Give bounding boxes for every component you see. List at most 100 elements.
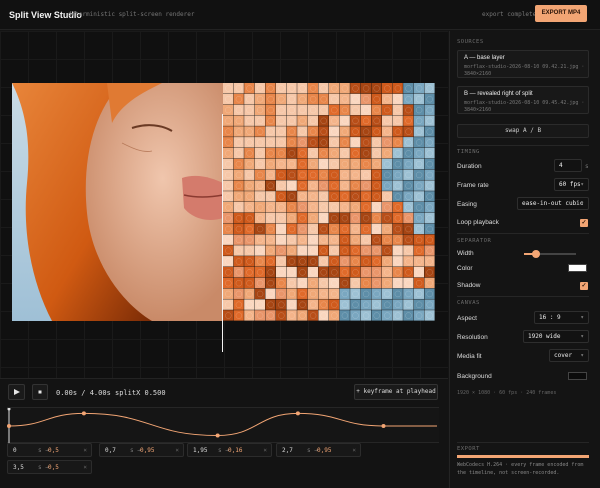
loop-checkbox[interactable]: ✓ <box>580 219 588 227</box>
pixel-block <box>413 245 424 256</box>
curve-keyframe-point[interactable] <box>381 424 386 428</box>
pixel-block <box>403 147 414 159</box>
pixel-block <box>403 180 414 191</box>
pixel-block <box>329 104 340 116</box>
split-preview-image[interactable] <box>12 83 435 321</box>
pixel-block <box>318 212 329 224</box>
source-a-card[interactable]: A — base layer morflax-studio-2026-08-10… <box>457 50 589 78</box>
keyframe-value[interactable]: 0,5 <box>48 447 59 454</box>
pixel-block <box>286 93 297 105</box>
split-separator-handle[interactable] <box>222 114 223 352</box>
easing-select[interactable]: ease-in-out cubic ▾ <box>517 197 589 210</box>
keyframe-chip[interactable]: 0s → 0,5 × <box>7 443 92 457</box>
pixel-block <box>382 288 393 299</box>
stop-button[interactable] <box>32 384 48 400</box>
pixel-block <box>339 234 350 245</box>
keyframe-chip[interactable]: 0,7 s → 0,95 × <box>99 443 184 457</box>
play-button[interactable] <box>8 384 25 400</box>
pixel-block <box>392 169 403 180</box>
pixel-block <box>244 212 255 224</box>
keyframe-time[interactable]: 0 <box>13 447 17 454</box>
curve-keyframe-point[interactable] <box>295 411 300 416</box>
timing-heading: TIMING <box>457 149 480 155</box>
swap-sources-button[interactable]: swap A / B <box>457 124 589 138</box>
resolution-select[interactable]: 1920 wide ▾ <box>523 330 589 343</box>
aspect-select[interactable]: 16 : 9 ▾ <box>534 311 589 324</box>
keyframe-time[interactable]: 0,7 <box>105 447 116 454</box>
keyframe-chip[interactable]: 1,95 s → 0,16 × <box>187 443 272 457</box>
keyframe-value[interactable]: 0,16 <box>228 447 242 454</box>
separator-color-swatch[interactable] <box>568 264 587 272</box>
keyframe-value[interactable]: 0,95 <box>140 447 154 454</box>
framerate-select[interactable]: 60 fps ▾ <box>554 178 589 191</box>
pixel-block <box>371 212 382 224</box>
pixel-block <box>265 137 276 148</box>
pixel-block <box>286 115 297 126</box>
pixel-block <box>318 234 329 245</box>
pixel-block <box>424 93 435 105</box>
export-mp4-button[interactable]: EXPORT MP4 <box>535 5 587 22</box>
pixel-block <box>286 266 297 278</box>
remove-keyframe-icon[interactable]: × <box>263 447 267 454</box>
pixel-block <box>244 299 255 310</box>
pixel-block <box>371 93 382 105</box>
separator-heading: SEPARATOR <box>457 238 492 244</box>
remove-keyframe-icon[interactable]: × <box>83 447 87 454</box>
pixel-block <box>276 288 287 299</box>
pixel-block <box>339 245 350 256</box>
pixel-block <box>318 266 329 278</box>
pixel-block <box>297 245 308 256</box>
mediafit-select[interactable]: cover ▾ <box>549 349 589 362</box>
pixel-block <box>360 212 371 224</box>
pixel-block <box>233 245 244 256</box>
keyframe-time[interactable]: 2,7 <box>282 447 293 454</box>
easing-curve-timeline[interactable] <box>7 407 439 444</box>
keyframe-time[interactable]: 1,95 <box>193 447 207 454</box>
duration-input[interactable]: 4 <box>554 159 582 172</box>
pixel-block <box>371 191 382 202</box>
pixel-block <box>329 83 340 94</box>
keyframe-value[interactable]: 0,95 <box>317 447 331 454</box>
pixel-block <box>307 126 318 137</box>
framerate-label: Frame rate <box>457 182 489 189</box>
remove-keyframe-icon[interactable]: × <box>83 464 87 471</box>
pixel-block <box>371 104 382 116</box>
pixel-block <box>318 256 329 267</box>
pixel-block <box>392 245 403 256</box>
shadow-checkbox[interactable]: ✓ <box>580 282 588 290</box>
pixel-block <box>297 180 308 191</box>
background-color-swatch[interactable] <box>568 372 587 380</box>
keyframe-value[interactable]: 0,5 <box>48 464 59 471</box>
pixel-block <box>297 83 308 94</box>
pixel-block <box>254 310 265 321</box>
curve-keyframe-point[interactable] <box>81 411 86 416</box>
pixel-block <box>223 266 234 278</box>
keyframe-chip[interactable]: 2,7 s → 0,95 × <box>276 443 361 457</box>
keyframe-chip[interactable]: 3,5 s → 0,5 × <box>7 460 92 474</box>
width-slider[interactable] <box>524 250 576 258</box>
remove-keyframe-icon[interactable]: × <box>352 447 356 454</box>
pixel-block <box>265 180 276 191</box>
pixel-block <box>329 266 340 278</box>
pixel-block <box>286 191 297 202</box>
pixel-block <box>265 93 276 105</box>
pixel-block <box>233 180 244 191</box>
remove-keyframe-icon[interactable]: × <box>175 447 179 454</box>
pixel-block <box>286 180 297 191</box>
pixel-block <box>392 115 403 126</box>
pixel-block <box>265 169 276 180</box>
curve-keyframe-point[interactable] <box>7 424 11 428</box>
pixel-block <box>265 266 276 278</box>
pixel-block <box>350 126 361 137</box>
source-b-card[interactable]: B — revealed right of split morflax-stud… <box>457 86 589 114</box>
pixel-block <box>297 169 308 180</box>
pixel-block <box>233 288 244 299</box>
pixel-block <box>318 169 329 180</box>
pixel-block <box>403 223 414 235</box>
curve-keyframe-point[interactable] <box>215 433 220 438</box>
pixel-block <box>403 299 414 310</box>
pixel-block <box>360 191 371 202</box>
keyframe-time[interactable]: 3,5 <box>13 464 24 471</box>
add-keyframe-button[interactable]: + keyframe at playhead <box>354 384 438 400</box>
width-slider-thumb[interactable] <box>531 250 540 258</box>
